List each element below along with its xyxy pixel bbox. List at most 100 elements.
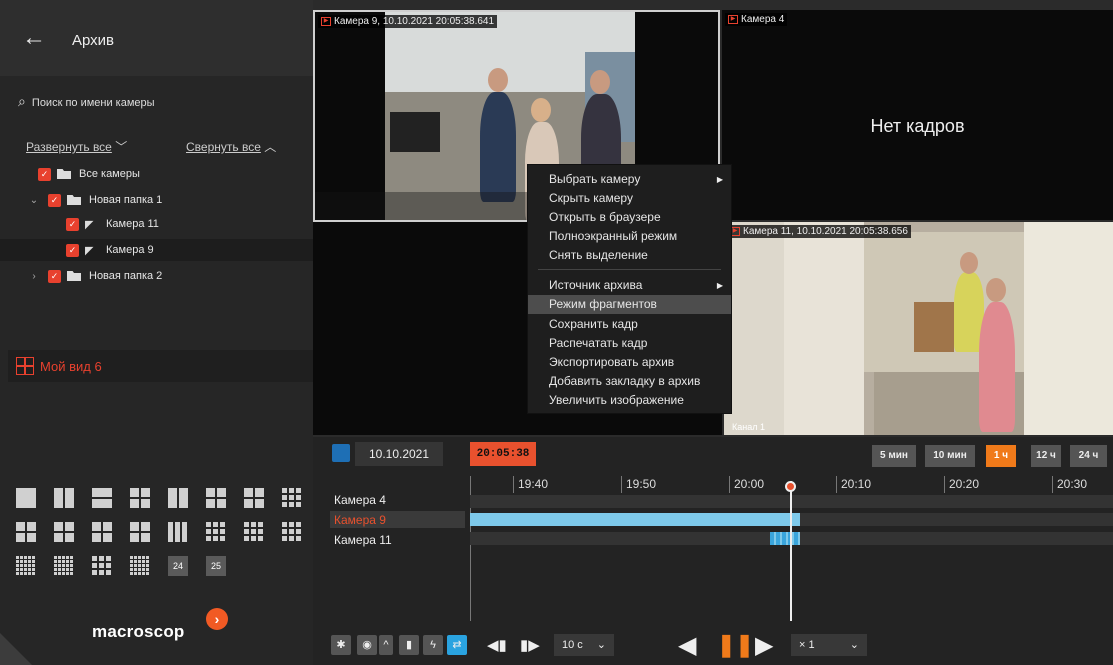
chevron-down-icon: ⌄ [596, 639, 606, 651]
source-button[interactable]: ◉ [357, 634, 377, 656]
menu-item-fragment-mode[interactable]: Режим фрагментов [528, 295, 731, 314]
layout-2col-icon[interactable] [54, 488, 74, 508]
checkbox[interactable]: ✓ [66, 243, 79, 257]
layout-1plus3-icon[interactable] [206, 488, 226, 508]
collapse-all-link[interactable]: Свернуть все ︿ [186, 138, 276, 155]
expand-collapse-row: Развернуть все ﹀ Свернуть все ︿ [26, 138, 306, 154]
zoom-1h-button[interactable]: 1 ч [986, 445, 1016, 467]
play-reverse-button[interactable]: ◀ [678, 632, 696, 659]
zoom-24h-button[interactable]: 24 ч [1070, 445, 1107, 467]
ruler-tick [513, 476, 514, 493]
archive-play-icon: ▶ [321, 17, 331, 26]
layout-icon[interactable] [130, 522, 150, 542]
ruler-tick [729, 476, 730, 493]
layout-1x1-icon[interactable] [16, 488, 36, 508]
view-item[interactable]: Мой вид 6 [8, 350, 313, 382]
camera-search-input[interactable]: ⌕ Поиск по имени камеры [18, 93, 298, 113]
layout-2row-icon[interactable] [92, 488, 112, 508]
tree-item-folder-2[interactable]: › ✓ Новая папка 2 [0, 265, 313, 287]
layout-icon[interactable] [206, 522, 226, 542]
layout-icon[interactable] [130, 556, 150, 576]
track-label-camera-9[interactable]: Камера 9 [334, 513, 386, 527]
menu-item-zoom-image[interactable]: Увеличить изображение [528, 391, 731, 410]
zoom-5min-button[interactable]: 5 мин [872, 445, 916, 467]
bookmark-button[interactable]: ▮ [399, 634, 419, 656]
ruler-label: 20:20 [949, 477, 980, 491]
chevron-up-icon: ^ [379, 635, 393, 655]
layout-2x2-icon[interactable] [130, 488, 150, 508]
menu-item-archive-source[interactable]: Источник архива ▶ [528, 276, 731, 295]
menu-item-fullscreen[interactable]: Полноэкранный режим [528, 227, 731, 246]
layout-icon[interactable] [168, 522, 188, 542]
zoom-10min-button[interactable]: 10 мин [925, 445, 975, 467]
menu-item-export-archive[interactable]: Экспортировать архив [528, 353, 731, 372]
ruler-label: 20:10 [841, 477, 872, 491]
layout-icon[interactable] [282, 522, 302, 542]
menu-item-print-frame[interactable]: Распечатать кадр [528, 334, 731, 353]
tree-item-folder-1[interactable]: ⌄ ✓ Новая папка 1 [0, 189, 313, 211]
tree-item-all-cameras[interactable]: ✓ Все камеры [0, 163, 313, 185]
layout-icon[interactable] [244, 522, 264, 542]
date-field[interactable]: 10.10.2021 [355, 442, 443, 466]
menu-item-add-bookmark[interactable]: Добавить закладку в архив [528, 372, 731, 391]
tree-item-camera-11[interactable]: ✓ ◤ Камера 11 [0, 213, 313, 235]
lightning-icon: ϟ [423, 635, 443, 655]
logo-arrow-icon: › [206, 608, 228, 630]
layout-icon[interactable] [16, 522, 36, 542]
step-back-button[interactable]: ◀▮ [487, 634, 507, 656]
track-label-camera-11[interactable]: Камера 11 [334, 533, 392, 547]
track-label-camera-4[interactable]: Камера 4 [334, 493, 386, 507]
ruler-tick [944, 476, 945, 493]
tree-item-camera-9[interactable]: ✓ ◤ Камера 9 [0, 239, 313, 261]
bookmark-icon: ▮ [399, 635, 419, 655]
camera-cell-4[interactable]: ▶ Камера 4 Нет кадров [722, 10, 1113, 220]
checkbox[interactable]: ✓ [38, 167, 51, 181]
search-icon: ⌕ [18, 93, 26, 109]
play-button[interactable]: ▶ [755, 632, 773, 659]
chevron-right-icon[interactable]: › [28, 271, 40, 282]
layout-1plus2-icon[interactable] [168, 488, 188, 508]
layout-24-button[interactable]: 24 [168, 556, 188, 576]
expand-all-link[interactable]: Развернуть все ﹀ [26, 138, 127, 155]
step-select[interactable]: 10 с ⌄ [554, 634, 614, 656]
checkbox[interactable]: ✓ [66, 217, 79, 231]
play-reverse-icon: ◀ [678, 631, 697, 659]
layout-icon[interactable] [92, 556, 112, 576]
menu-item-save-frame[interactable]: Сохранить кадр [528, 315, 731, 334]
sync-button[interactable]: ⇄ [447, 634, 467, 656]
search-placeholder: Поиск по имени камеры [31, 97, 155, 109]
current-time[interactable]: 20:05:38 [470, 442, 536, 466]
layout-icon[interactable] [54, 522, 74, 542]
ruler-tick [836, 476, 837, 493]
ruler-label: 19:50 [626, 477, 657, 491]
event-icon-button[interactable]: ✱ [331, 634, 351, 656]
menu-item-open-browser[interactable]: Открыть в браузере [528, 208, 731, 227]
events-button[interactable]: ϟ [423, 634, 443, 656]
playhead-handle[interactable] [785, 481, 796, 492]
layout-icon[interactable] [92, 522, 112, 542]
layout-icon[interactable] [16, 556, 36, 576]
menu-item-hide-camera[interactable]: Скрыть камеру [528, 189, 731, 208]
menu-item-deselect[interactable]: Снять выделение [528, 246, 731, 265]
layout-1plus5-icon[interactable] [244, 488, 264, 508]
source-dropdown[interactable]: ^ [379, 634, 393, 656]
zoom-12h-button[interactable]: 12 ч [1031, 445, 1061, 467]
menu-item-select-camera[interactable]: Выбрать камеру ▶ [528, 170, 731, 189]
camera-cell-11[interactable]: Канал 1 ▶ Камера 11, 10.10.2021 20:05:38… [724, 222, 1113, 435]
checkbox[interactable]: ✓ [48, 269, 61, 283]
layout-icon[interactable] [54, 556, 74, 576]
step-forward-button[interactable]: ▮▶ [520, 634, 540, 656]
pause-button[interactable]: ❚❚ [717, 632, 754, 657]
layout-25-button[interactable]: 25 [206, 556, 226, 576]
calendar-icon[interactable] [332, 444, 350, 462]
back-arrow-icon[interactable]: ← [22, 24, 46, 52]
folder-icon [67, 271, 81, 281]
resize-corner[interactable] [0, 633, 32, 665]
grid-view-icon [16, 357, 34, 375]
alarm-icon: ✱ [331, 635, 351, 655]
playhead-line[interactable] [790, 481, 792, 621]
checkbox[interactable]: ✓ [48, 193, 61, 207]
speed-select[interactable]: × 1 ⌄ [791, 634, 867, 656]
chevron-down-icon[interactable]: ⌄ [28, 195, 40, 206]
layout-3x3-icon[interactable] [282, 488, 302, 508]
